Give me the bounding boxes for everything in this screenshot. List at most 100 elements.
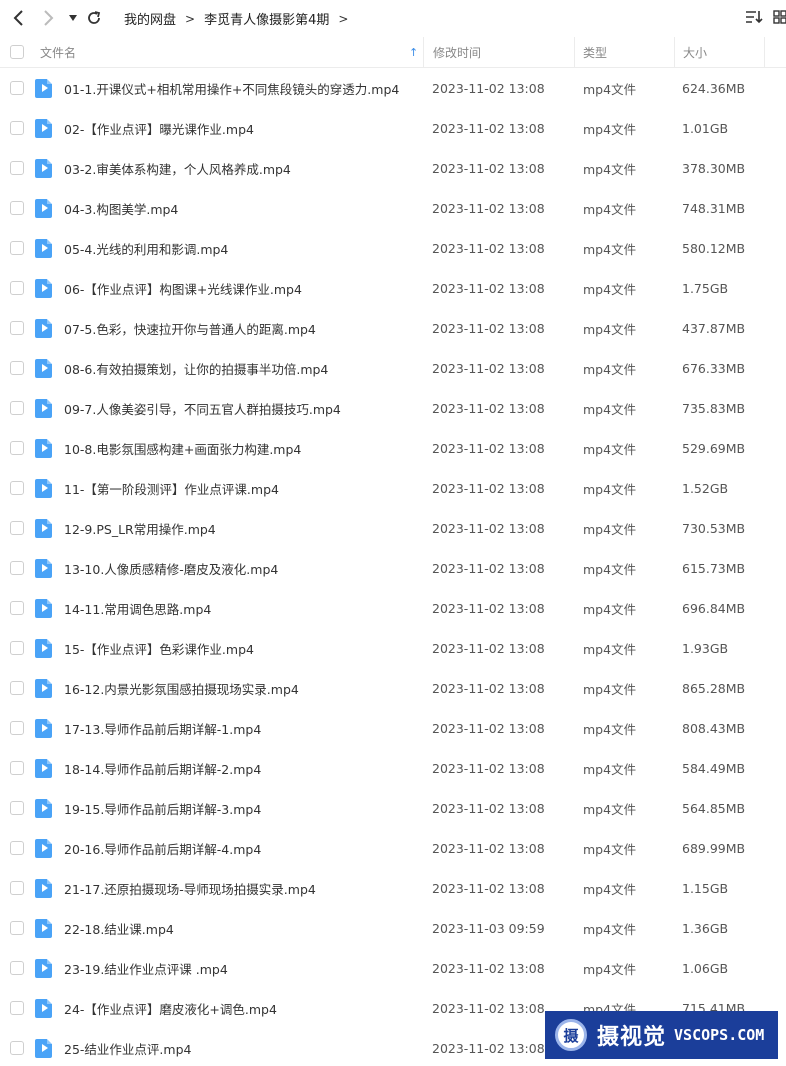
file-name[interactable]: 22-18.结业课.mp4 xyxy=(64,908,174,948)
row-checkbox[interactable] xyxy=(10,628,24,668)
file-row[interactable]: 23-19.结业作业点评课 .mp4 2023-11-02 13:08 mp4文件 1… xyxy=(0,948,786,988)
file-row[interactable]: 04-3.构图美学.mp4 2023-11-02 13:08 mp4文件 748.31… xyxy=(0,188,786,228)
sort-ascending-icon[interactable]: ↑ xyxy=(409,37,418,67)
file-row[interactable]: 02-【作业点评】曝光课作业.mp4 2023-11-02 13:08 mp4文件 1… xyxy=(0,108,786,148)
file-row[interactable]: 10-8.电影氛围感构建+画面张力构建.mp4 2023-11-02 13:08 m… xyxy=(0,428,786,468)
file-row[interactable]: 22-18.结业课.mp4 2023-11-03 09:59 mp4文件 1.36GB xyxy=(0,908,786,948)
file-row[interactable]: 16-12.内景光影氛围感拍摄现场实录.mp4 2023-11-02 13:08 m… xyxy=(0,668,786,708)
file-name[interactable]: 16-12.内景光影氛围感拍摄现场实录.mp4 xyxy=(64,668,299,708)
file-name[interactable]: 04-3.构图美学.mp4 xyxy=(64,188,178,228)
row-checkbox[interactable] xyxy=(10,828,24,868)
row-checkbox[interactable] xyxy=(10,108,24,148)
forward-icon[interactable] xyxy=(38,8,58,28)
column-header-name[interactable]: 文件名 xyxy=(40,37,76,67)
file-row[interactable]: 01-1.开课仪式+相机常用操作+不同焦段镜头的穿透力.mp4 2023-11-0… xyxy=(0,68,786,108)
row-checkbox[interactable] xyxy=(10,868,24,908)
file-name[interactable]: 20-16.导师作品前后期详解-4.mp4 xyxy=(64,828,261,868)
row-checkbox[interactable] xyxy=(10,228,24,268)
file-name[interactable]: 10-8.电影氛围感构建+画面张力构建.mp4 xyxy=(64,428,301,468)
file-name[interactable]: 01-1.开课仪式+相机常用操作+不同焦段镜头的穿透力.mp4 xyxy=(64,68,399,108)
row-checkbox[interactable] xyxy=(10,1028,24,1066)
row-checkbox[interactable] xyxy=(10,708,24,748)
file-name[interactable]: 17-13.导师作品前后期详解-1.mp4 xyxy=(64,708,261,748)
column-divider[interactable] xyxy=(764,37,765,67)
row-checkbox[interactable] xyxy=(10,508,24,548)
file-name[interactable]: 09-7.人像美姿引导，不同五官人群拍摄技巧.mp4 xyxy=(64,388,341,428)
column-divider[interactable] xyxy=(423,37,424,67)
file-row[interactable]: 07-5.色彩，快速拉开你与普通人的距离.mp4 2023-11-02 13:08… xyxy=(0,308,786,348)
file-row[interactable]: 21-17.还原拍摄现场-导师现场拍摄实录.mp4 2023-11-02 13:0… xyxy=(0,868,786,908)
file-row[interactable]: 15-【作业点评】色彩课作业.mp4 2023-11-02 13:08 mp4文件 1… xyxy=(0,628,786,668)
file-name[interactable]: 11-【第一阶段测评】作业点评课.mp4 xyxy=(64,468,279,508)
file-name[interactable]: 08-6.有效拍摄策划，让你的拍摄事半功倍.mp4 xyxy=(64,348,328,388)
file-row[interactable]: 14-11.常用调色思路.mp4 2023-11-02 13:08 mp4文件 696… xyxy=(0,588,786,628)
file-name[interactable]: 19-15.导师作品前后期详解-3.mp4 xyxy=(64,788,261,828)
history-dropdown-icon[interactable] xyxy=(63,8,83,28)
file-name[interactable]: 03-2.审美体系构建，个人风格养成.mp4 xyxy=(64,148,291,188)
file-row[interactable]: 08-6.有效拍摄策划，让你的拍摄事半功倍.mp4 2023-11-02 13:0… xyxy=(0,348,786,388)
file-row[interactable]: 18-14.导师作品前后期详解-2.mp4 2023-11-02 13:08 mp4… xyxy=(0,748,786,788)
file-name[interactable]: 24-【作业点评】磨皮液化+调色.mp4 xyxy=(64,988,277,1028)
file-row[interactable]: 11-【第一阶段测评】作业点评课.mp4 2023-11-02 13:08 mp4文… xyxy=(0,468,786,508)
breadcrumb-item-current[interactable]: 李觅青人像摄影第4期 xyxy=(204,9,329,28)
row-checkbox[interactable] xyxy=(10,948,24,988)
file-name[interactable]: 05-4.光线的利用和影调.mp4 xyxy=(64,228,228,268)
breadcrumb-item-root[interactable]: 我的网盘 xyxy=(124,9,176,28)
row-checkbox[interactable] xyxy=(10,148,24,188)
column-header-modified[interactable]: 修改时间 xyxy=(433,37,481,67)
breadcrumb-chevron-icon[interactable]: > xyxy=(338,12,348,26)
column-divider[interactable] xyxy=(674,37,675,67)
file-name[interactable]: 18-14.导师作品前后期详解-2.mp4 xyxy=(64,748,261,788)
row-checkbox[interactable] xyxy=(10,268,24,308)
row-checkbox[interactable] xyxy=(10,788,24,828)
file-type: mp4文件 xyxy=(583,721,637,737)
refresh-icon[interactable] xyxy=(84,8,104,28)
file-name[interactable]: 25-结业作业点评.mp4 xyxy=(64,1028,191,1066)
file-modified-time: 2023-11-02 13:08 xyxy=(432,200,545,216)
file-row[interactable]: 12-9.PS_LR常用操作.mp4 2023-11-02 13:08 mp4文件 7… xyxy=(0,508,786,548)
file-row[interactable]: 19-15.导师作品前后期详解-3.mp4 2023-11-02 13:08 mp4… xyxy=(0,788,786,828)
row-checkbox[interactable] xyxy=(10,668,24,708)
file-row[interactable]: 13-10.人像质感精修-磨皮及液化.mp4 2023-11-02 13:08 mp… xyxy=(0,548,786,588)
row-checkbox[interactable] xyxy=(10,548,24,588)
file-name[interactable]: 12-9.PS_LR常用操作.mp4 xyxy=(64,508,216,548)
row-checkbox[interactable] xyxy=(10,188,24,228)
file-name[interactable]: 07-5.色彩，快速拉开你与普通人的距离.mp4 xyxy=(64,308,316,348)
row-checkbox[interactable] xyxy=(10,908,24,948)
file-row[interactable]: 20-16.导师作品前后期详解-4.mp4 2023-11-02 13:08 mp4… xyxy=(0,828,786,868)
video-file-icon xyxy=(35,148,52,188)
row-checkbox[interactable] xyxy=(10,428,24,468)
file-name[interactable]: 13-10.人像质感精修-磨皮及液化.mp4 xyxy=(64,548,278,588)
file-name[interactable]: 21-17.还原拍摄现场-导师现场拍摄实录.mp4 xyxy=(64,868,316,908)
video-file-icon xyxy=(35,468,52,508)
sort-list-icon[interactable] xyxy=(745,10,763,24)
grid-view-icon[interactable] xyxy=(773,10,786,24)
file-row[interactable]: 06-【作业点评】构图课+光线课作业.mp4 2023-11-02 13:08 mp… xyxy=(0,268,786,308)
file-name[interactable]: 14-11.常用调色思路.mp4 xyxy=(64,588,211,628)
file-row[interactable]: 05-4.光线的利用和影调.mp4 2023-11-02 13:08 mp4文件 58… xyxy=(0,228,786,268)
file-row[interactable]: 03-2.审美体系构建，个人风格养成.mp4 2023-11-02 13:08 mp… xyxy=(0,148,786,188)
back-icon[interactable] xyxy=(9,8,29,28)
file-name[interactable]: 02-【作业点评】曝光课作业.mp4 xyxy=(64,108,254,148)
row-checkbox[interactable] xyxy=(10,468,24,508)
row-checkbox[interactable] xyxy=(10,348,24,388)
video-file-icon xyxy=(35,588,52,628)
select-all-checkbox[interactable] xyxy=(10,37,24,67)
column-header-size[interactable]: 大小 xyxy=(683,37,707,67)
file-name[interactable]: 23-19.结业作业点评课 .mp4 xyxy=(64,948,228,988)
column-divider[interactable] xyxy=(574,37,575,67)
file-size: 529.69MB xyxy=(682,440,746,456)
file-row[interactable]: 09-7.人像美姿引导，不同五官人群拍摄技巧.mp4 2023-11-02 13:… xyxy=(0,388,786,428)
row-checkbox[interactable] xyxy=(10,308,24,348)
file-name[interactable]: 15-【作业点评】色彩课作业.mp4 xyxy=(64,628,254,668)
row-checkbox[interactable] xyxy=(10,588,24,628)
file-size: 735.83MB xyxy=(682,400,746,416)
row-checkbox[interactable] xyxy=(10,748,24,788)
file-type: mp4文件 xyxy=(583,761,637,777)
file-name[interactable]: 06-【作业点评】构图课+光线课作业.mp4 xyxy=(64,268,302,308)
file-row[interactable]: 17-13.导师作品前后期详解-1.mp4 2023-11-02 13:08 mp4… xyxy=(0,708,786,748)
column-header-type[interactable]: 类型 xyxy=(583,37,607,67)
row-checkbox[interactable] xyxy=(10,388,24,428)
row-checkbox[interactable] xyxy=(10,68,24,108)
row-checkbox[interactable] xyxy=(10,988,24,1028)
